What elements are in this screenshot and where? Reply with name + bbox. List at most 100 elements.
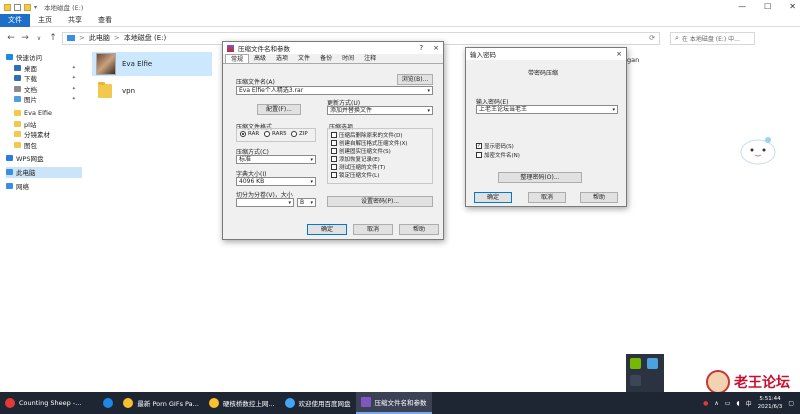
sidebar-item[interactable]: 网络	[6, 181, 82, 192]
ok-button[interactable]: 确定	[474, 192, 512, 203]
checkbox-icon	[331, 156, 337, 162]
checkbox-icon[interactable]	[14, 3, 21, 11]
ribbon-tab-view[interactable]: 查看	[90, 14, 120, 27]
search-input[interactable]: ⌕ 在 本地磁盘 (E:) 中...	[670, 31, 755, 45]
format-zip-radio[interactable]: ZIP	[291, 131, 308, 137]
archive-name-input[interactable]: Eva Elfie个人精选3.rar ▾	[236, 86, 433, 95]
organize-passwords-button[interactable]: 整理密码(O)...	[498, 172, 582, 183]
sidebar-item[interactable]: pl站	[14, 119, 82, 130]
taskbar-item-counting-sheep[interactable]: Counting Sheep -...	[0, 392, 86, 414]
file-name: vpn	[122, 87, 136, 95]
notification-icon[interactable]: ▢	[788, 400, 794, 407]
option-delete-after[interactable]: 压缩后删除原来的文件(D)	[331, 131, 403, 139]
tab-backup[interactable]: 备份	[315, 54, 337, 63]
sidebar-item[interactable]: WPS网盘	[6, 153, 82, 164]
maximize-button[interactable]: ☐	[764, 2, 771, 11]
ribbon-tab-file[interactable]: 文件	[0, 13, 30, 27]
update-mode-select[interactable]: 添加并替换文件 ▾	[327, 106, 433, 115]
option-sfx[interactable]: 创建自解压格式压缩文件(X)	[331, 139, 408, 147]
chevron-down-icon[interactable]: ▾	[310, 156, 313, 163]
tab-comment[interactable]: 注释	[359, 54, 381, 63]
sidebar-item[interactable]: 图包	[14, 140, 82, 151]
breadcrumb-this-pc[interactable]: 此电脑	[89, 33, 110, 43]
chevron-down-icon[interactable]: ▾	[427, 107, 430, 114]
checkbox-icon	[331, 132, 337, 138]
method-select[interactable]: 标准 ▾	[236, 155, 316, 164]
option-solid[interactable]: 创建固实压缩文件(S)	[331, 147, 391, 155]
option-test[interactable]: 测试压缩的文件(T)	[331, 163, 385, 171]
up-arrow-icon[interactable]: ↑	[48, 33, 58, 43]
cancel-button[interactable]: 取消	[353, 224, 393, 235]
show-password-checkbox[interactable]: ✓ 显示密码(S)	[476, 142, 514, 150]
forward-arrow-icon[interactable]: →	[20, 33, 30, 43]
help-icon[interactable]: ?	[419, 44, 423, 52]
recent-chevron-icon[interactable]: ∨	[34, 35, 44, 42]
tab-general[interactable]: 常规	[225, 54, 250, 63]
chevron-down-icon[interactable]: ▾	[427, 87, 430, 94]
format-rar5-radio[interactable]: RAR5	[264, 131, 287, 137]
chevron-down-icon[interactable]: ▾	[310, 178, 313, 185]
option-label: 创建固实压缩文件(S)	[339, 149, 391, 155]
chevron-up-icon[interactable]: ∧	[714, 400, 718, 407]
ime-icon[interactable]: 中	[746, 399, 752, 408]
close-icon[interactable]: ×	[433, 44, 439, 52]
tab-time[interactable]: 时间	[337, 54, 359, 63]
volume-icon[interactable]: ◖	[736, 400, 739, 407]
set-password-button[interactable]: 设置密码(P)...	[327, 196, 433, 207]
tab-advanced[interactable]: 高级	[249, 54, 271, 63]
option-lock[interactable]: 锁定压缩文件(L)	[331, 171, 379, 179]
file-item-eva-elfie[interactable]: Eva Elfie	[92, 52, 212, 76]
option-recovery[interactable]: 添加恢复记录(E)	[331, 155, 380, 163]
chevron-down-icon[interactable]: ▾	[612, 106, 615, 113]
split-unit-select[interactable]: B ▾	[297, 198, 316, 207]
cancel-button[interactable]: 取消	[528, 192, 566, 203]
profiles-button[interactable]: 配置(F)...	[257, 104, 301, 115]
search-placeholder: 在 本地磁盘 (E:) 中...	[681, 35, 740, 43]
sidebar-item[interactable]: 快速访问	[6, 52, 82, 63]
format-rar-radio[interactable]: RAR	[240, 131, 259, 137]
sidebar-item[interactable]: 分镜素材	[14, 129, 82, 140]
tab-files[interactable]: 文件	[293, 54, 315, 63]
winrar-icon	[360, 397, 371, 407]
tray-app-icon[interactable]	[630, 374, 641, 386]
close-button[interactable]: ✕	[789, 2, 796, 11]
close-icon[interactable]: ×	[616, 50, 622, 58]
cloud-sync-icon[interactable]	[646, 358, 658, 369]
help-button[interactable]: 帮助	[399, 224, 439, 235]
taskbar-item-chrome-2[interactable]: 硬核桥数控上网...	[204, 392, 280, 414]
dropdown-icon[interactable]: ▾	[34, 4, 37, 11]
browse-button[interactable]: 浏览(B)...	[397, 74, 433, 85]
taskbar-item-browser[interactable]	[98, 392, 118, 414]
minimize-button[interactable]: —	[738, 2, 746, 11]
help-button[interactable]: 帮助	[580, 192, 618, 203]
chevron-down-icon[interactable]: ▾	[288, 199, 291, 206]
taskbar-label: 压缩文件名和参数	[374, 399, 427, 407]
clock[interactable]: 5:51:44 2021/6/3	[758, 395, 783, 411]
breadcrumb-drive[interactable]: 本地磁盘 (E:)	[124, 33, 166, 43]
nvidia-icon[interactable]	[630, 358, 641, 369]
folder-small-icon[interactable]	[24, 3, 31, 11]
ribbon-tab-home[interactable]: 主页	[30, 14, 60, 27]
encrypt-names-checkbox[interactable]: 加密文件名(N)	[476, 151, 520, 159]
ribbon-tab-share[interactable]: 共享	[60, 14, 90, 27]
sidebar-item[interactable]: Eva Elfie	[14, 108, 82, 119]
back-arrow-icon[interactable]: ←	[6, 33, 16, 43]
split-volume-input[interactable]: ▾	[236, 198, 294, 207]
taskbar-item-baidu-netdisk[interactable]: 欢迎使用百度网盘	[280, 392, 356, 414]
sidebar-item[interactable]: 桌面 ✦	[14, 63, 82, 74]
taskbar-item-chrome-1[interactable]: 最新 Porn GIFs Pa...	[118, 392, 203, 414]
sidebar-item[interactable]: 下载 ✦	[14, 73, 82, 84]
password-input[interactable]: 上老王论坛当老王 ▾	[476, 105, 618, 114]
weibo-icon[interactable]: ●	[703, 400, 708, 407]
sidebar-item[interactable]: 图片 ✦	[14, 94, 82, 105]
dict-size-select[interactable]: 4096 KB ▾	[236, 177, 316, 186]
sidebar-item[interactable]: 此电脑	[6, 167, 82, 178]
chevron-down-icon[interactable]: ▾	[310, 199, 313, 206]
ok-button[interactable]: 确定	[307, 224, 347, 235]
refresh-icon[interactable]: ⟳	[649, 34, 655, 42]
file-item-vpn[interactable]: vpn	[92, 80, 212, 102]
taskbar-item-winrar[interactable]: 压缩文件名和参数	[355, 392, 432, 414]
network-icon[interactable]: ▭	[725, 400, 731, 407]
tab-options[interactable]: 选项	[271, 54, 293, 63]
sidebar-item[interactable]: 文档 ✦	[14, 84, 82, 95]
